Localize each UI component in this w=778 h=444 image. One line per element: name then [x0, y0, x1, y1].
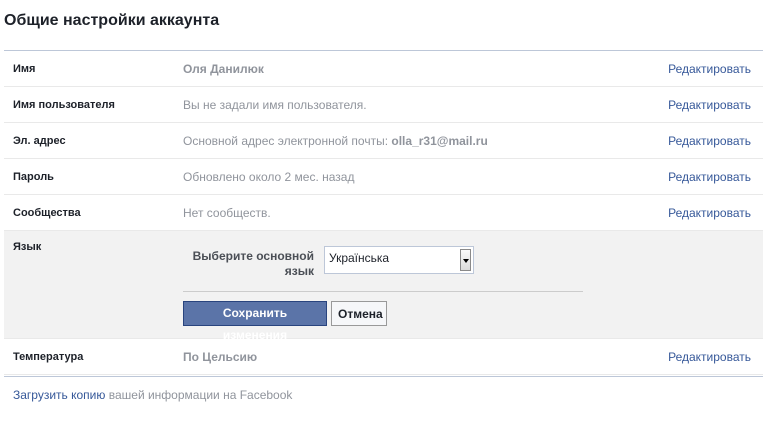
save-changes-button[interactable]: Сохранить изменения — [183, 301, 327, 342]
language-prompt: Выберите основной язык — [183, 249, 314, 279]
email-address: olla_r31@mail.ru — [391, 134, 488, 148]
row-label: Пароль — [13, 171, 54, 183]
settings-row-username: Имя пользователя Вы не задали имя пользо… — [4, 87, 763, 123]
row-label: Сообщества — [13, 207, 81, 219]
edit-username-link[interactable]: Редактировать — [668, 98, 751, 112]
settings-row-temperature: Температура По Цельсию Редактировать — [4, 339, 763, 375]
language-prompt-line1: Выберите основной — [192, 249, 314, 263]
download-copy-link[interactable]: Загрузить копию — [13, 388, 105, 402]
row-label: Эл. адрес — [13, 135, 66, 147]
settings-row-password: Пароль Обновлено около 2 мес. назад Реда… — [4, 159, 763, 195]
edit-name-link[interactable]: Редактировать — [668, 62, 751, 76]
row-value: Основной адрес электронной почты: olla_r… — [183, 134, 488, 148]
language-selected-value: Українська — [329, 251, 390, 265]
edit-email-link[interactable]: Редактировать — [668, 134, 751, 148]
settings-table: Имя Оля Данилюк Редактировать Имя пользо… — [4, 50, 763, 375]
settings-row-language: Язык Выберите основной язык Українська С… — [4, 231, 763, 342]
chevron-down-icon — [463, 259, 469, 263]
dropdown-button[interactable] — [460, 249, 471, 271]
row-label: Язык — [13, 241, 42, 253]
language-select[interactable]: Українська — [324, 246, 474, 274]
row-value: Обновлено около 2 мес. назад — [183, 170, 355, 184]
footer: Загрузить копию вашей информации на Face… — [13, 388, 292, 402]
row-label: Температура — [13, 351, 84, 363]
settings-row-networks: Сообщества Нет сообществ. Редактировать — [4, 195, 763, 231]
row-label: Имя — [13, 63, 36, 75]
footer-text: вашей информации на Facebook — [105, 388, 293, 402]
email-prefix: Основной адрес электронной почты: — [183, 134, 392, 148]
row-value: Оля Данилюк — [183, 62, 264, 76]
row-value: Вы не задали имя пользователя. — [183, 98, 367, 112]
settings-row-name: Имя Оля Данилюк Редактировать — [4, 51, 763, 87]
edit-password-link[interactable]: Редактировать — [668, 170, 751, 184]
edit-temperature-link[interactable]: Редактировать — [668, 350, 751, 364]
row-value: По Цельсию — [183, 350, 258, 364]
row-label: Имя пользователя — [13, 99, 115, 111]
cancel-button[interactable]: Отмена — [331, 301, 387, 326]
divider — [183, 291, 583, 292]
edit-networks-link[interactable]: Редактировать — [668, 206, 751, 220]
divider — [4, 376, 763, 377]
page-title: Общие настройки аккаунта — [4, 12, 220, 29]
language-prompt-line2: язык — [284, 264, 314, 278]
settings-row-email: Эл. адрес Основной адрес электронной поч… — [4, 123, 763, 159]
row-value: Нет сообществ. — [183, 206, 271, 220]
